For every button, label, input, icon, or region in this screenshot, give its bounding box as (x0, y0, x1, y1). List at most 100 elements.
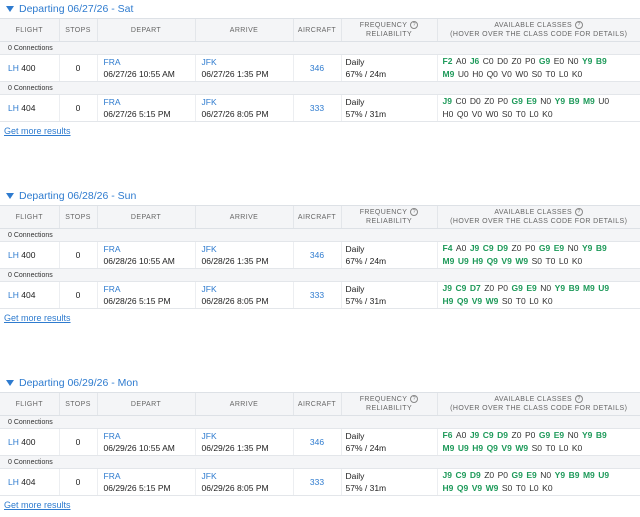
arrive-airport-link[interactable]: JFK (202, 244, 217, 254)
class-code[interactable]: E9 (526, 283, 536, 293)
collapse-triangle-icon[interactable] (6, 193, 14, 199)
class-code[interactable]: F4 (443, 243, 453, 253)
arrive-airport-link[interactable]: JFK (202, 431, 217, 441)
class-code[interactable]: C9 (455, 470, 466, 480)
class-code[interactable]: P0 (525, 243, 535, 253)
flight-row[interactable]: LH 400 0 FRA 06/29/26 10:55 AM JFK 06/29/26 1… (0, 428, 640, 456)
class-code[interactable]: T0 (545, 256, 555, 266)
class-code[interactable]: V0 (501, 69, 511, 79)
info-icon[interactable]: ? (575, 21, 584, 30)
class-code[interactable]: Z0 (484, 470, 494, 480)
aircraft-link[interactable]: 346 (292, 241, 341, 269)
class-code[interactable]: Q9 (457, 483, 468, 493)
class-code[interactable]: H9 (472, 443, 483, 453)
info-icon[interactable]: ? (410, 208, 419, 217)
class-code[interactable]: K0 (542, 109, 552, 119)
section-header[interactable]: Departing 06/29/26 - Mon (0, 374, 640, 392)
depart-airport-link[interactable]: FRA (104, 97, 121, 107)
class-code[interactable]: U9 (598, 470, 609, 480)
class-code[interactable]: M9 (583, 470, 595, 480)
class-code[interactable]: A0 (456, 56, 466, 66)
class-code[interactable]: P0 (525, 56, 535, 66)
class-code[interactable]: W9 (486, 483, 499, 493)
class-code[interactable]: G9 (539, 243, 550, 253)
class-code[interactable]: W9 (515, 256, 528, 266)
class-code[interactable]: Q0 (487, 69, 498, 79)
class-code[interactable]: B9 (596, 243, 607, 253)
aircraft-link[interactable]: 333 (292, 468, 341, 496)
class-code[interactable]: G9 (512, 470, 523, 480)
class-code[interactable]: N0 (568, 243, 579, 253)
class-code[interactable]: U9 (458, 256, 469, 266)
class-code[interactable]: G9 (539, 56, 550, 66)
class-code[interactable]: A0 (456, 430, 466, 440)
class-code[interactable]: B9 (569, 470, 580, 480)
class-code[interactable]: H0 (472, 69, 483, 79)
class-code[interactable]: V0 (472, 109, 482, 119)
flight-row[interactable]: LH 404 0 FRA 06/27/26 5:15 PM JFK 06/27/26 8:… (0, 94, 640, 122)
class-code[interactable]: Q9 (457, 296, 468, 306)
class-code[interactable]: T0 (516, 109, 526, 119)
class-code[interactable]: S0 (502, 109, 512, 119)
airline-code[interactable]: LH (8, 63, 19, 73)
class-code[interactable]: N0 (568, 56, 579, 66)
class-code[interactable]: S0 (532, 256, 542, 266)
class-code[interactable]: U0 (598, 96, 609, 106)
class-code[interactable]: B9 (596, 56, 607, 66)
flight-row[interactable]: LH 404 0 FRA 06/28/26 5:15 PM JFK 06/28/26 8:… (0, 281, 640, 309)
collapse-triangle-icon[interactable] (6, 380, 14, 386)
get-more-results-link[interactable]: Get more results (0, 122, 640, 140)
class-code[interactable]: J9 (470, 430, 479, 440)
class-code[interactable]: Y9 (555, 470, 565, 480)
class-code[interactable]: K0 (542, 296, 552, 306)
class-code[interactable]: F6 (443, 430, 453, 440)
depart-airport-link[interactable]: FRA (104, 284, 121, 294)
class-code[interactable]: Z0 (512, 430, 522, 440)
class-code[interactable]: V9 (501, 443, 511, 453)
class-code[interactable]: T0 (516, 483, 526, 493)
class-code[interactable]: W0 (515, 69, 528, 79)
class-code[interactable]: B9 (569, 283, 580, 293)
class-code[interactable]: Q9 (487, 443, 498, 453)
class-code[interactable]: M9 (443, 256, 455, 266)
depart-airport-link[interactable]: FRA (104, 471, 121, 481)
class-code[interactable]: B9 (596, 430, 607, 440)
class-code[interactable]: D0 (470, 96, 481, 106)
class-code[interactable]: C9 (483, 430, 494, 440)
arrive-airport-link[interactable]: JFK (202, 471, 217, 481)
class-code[interactable]: V9 (472, 296, 482, 306)
airline-code[interactable]: LH (8, 250, 19, 260)
info-icon[interactable]: ? (575, 208, 584, 217)
airline-code[interactable]: LH (8, 437, 19, 447)
flight-row[interactable]: LH 400 0 FRA 06/28/26 10:55 AM JFK 06/28/26 1… (0, 241, 640, 269)
class-code[interactable]: L0 (529, 483, 538, 493)
get-more-results-link[interactable]: Get more results (0, 496, 640, 514)
depart-airport-link[interactable]: FRA (104, 431, 121, 441)
class-code[interactable]: J6 (470, 56, 479, 66)
class-code[interactable]: L0 (559, 443, 568, 453)
class-code[interactable]: P0 (525, 430, 535, 440)
class-code[interactable]: T0 (545, 443, 555, 453)
class-code[interactable]: J9 (443, 470, 452, 480)
class-code[interactable]: W9 (515, 443, 528, 453)
arrive-airport-link[interactable]: JFK (202, 97, 217, 107)
class-code[interactable]: T0 (516, 296, 526, 306)
airline-code[interactable]: LH (8, 477, 19, 487)
class-code[interactable]: S0 (502, 483, 512, 493)
class-code[interactable]: H9 (443, 483, 454, 493)
class-code[interactable]: E9 (526, 96, 536, 106)
arrive-airport-link[interactable]: JFK (202, 284, 217, 294)
class-code[interactable]: C9 (455, 283, 466, 293)
class-code[interactable]: J9 (443, 283, 452, 293)
class-code[interactable]: F2 (443, 56, 453, 66)
class-code[interactable]: T0 (545, 69, 555, 79)
class-code[interactable]: K0 (572, 443, 582, 453)
class-code[interactable]: S0 (532, 443, 542, 453)
class-code[interactable]: M9 (443, 443, 455, 453)
class-code[interactable]: V9 (472, 483, 482, 493)
class-code[interactable]: H0 (443, 109, 454, 119)
airline-code[interactable]: LH (8, 290, 19, 300)
class-code[interactable]: N0 (540, 283, 551, 293)
class-code[interactable]: D9 (470, 470, 481, 480)
aircraft-link[interactable]: 333 (292, 94, 341, 122)
